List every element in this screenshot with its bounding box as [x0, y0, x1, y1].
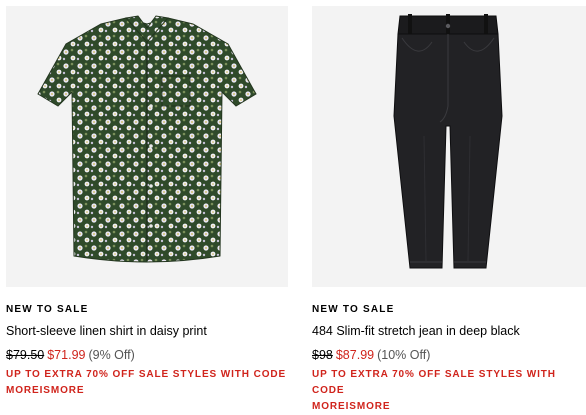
promo-message: UP TO EXTRA 70% OFF SALE STYLES WITH COD… [6, 367, 288, 399]
original-price: $79.50 [6, 348, 45, 362]
badge-new-to-sale: NEW TO SALE [6, 304, 89, 315]
jeans-image [393, 14, 503, 269]
original-price: $98 [312, 348, 333, 362]
badge-new-to-sale: NEW TO SALE [312, 304, 395, 315]
product-card-jeans: NEW TO SALE 484 Slim-fit stretch jean in… [312, 6, 586, 415]
promo-line: UP TO EXTRA 70% OFF SALE STYLES WITH COD… [6, 369, 287, 380]
promo-code: MOREISMORE [312, 401, 391, 412]
product-image-jeans[interactable] [312, 6, 586, 287]
discount-percent: (9% Off) [88, 348, 135, 362]
sale-price: $87.99 [335, 348, 375, 362]
price-row: $79.50 $71.99 (9% Off) [6, 348, 288, 363]
product-image-shirt[interactable] [6, 6, 288, 287]
product-title[interactable]: Short-sleeve linen shirt in daisy print [6, 324, 288, 339]
promo-code: MOREISMORE [6, 385, 85, 396]
price-row: $98 $87.99 (10% Off) [312, 348, 586, 363]
product-title[interactable]: 484 Slim-fit stretch jean in deep black [312, 324, 586, 339]
shirt-image [37, 15, 257, 263]
discount-percent: (10% Off) [377, 348, 431, 362]
promo-line: UP TO EXTRA 70% OFF SALE STYLES WITH COD… [312, 369, 556, 396]
promo-message: UP TO EXTRA 70% OFF SALE STYLES WITH COD… [312, 367, 586, 415]
sale-price: $71.99 [47, 348, 86, 362]
product-card-shirt: NEW TO SALE Short-sleeve linen shirt in … [6, 6, 288, 399]
product-grid: NEW TO SALE Short-sleeve linen shirt in … [0, 0, 586, 412]
